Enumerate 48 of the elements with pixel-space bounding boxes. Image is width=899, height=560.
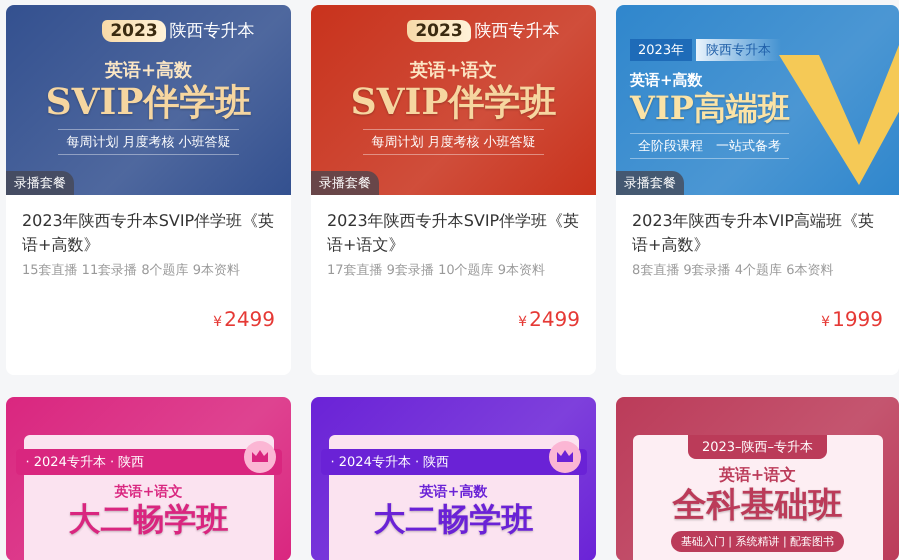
year-label: 2023年 [630, 39, 692, 61]
course-stats: 15套直播 11套录播 8个题库 9本资料 [22, 262, 242, 279]
banner-tagline: 全阶段课程 一站式备考 [630, 132, 789, 159]
subject-label: 英语+高数 [420, 483, 488, 501]
course-price: 1999 [832, 307, 883, 331]
course-card[interactable]: · 2024专升本 · 陕西 英语+语文 大二畅学班 [6, 397, 291, 560]
course-card[interactable]: 2023年 陕西专升本 英语+高数 VIP高端班 全阶段课程 一站式备考 录播套餐 2023年陕西专升本VIP高端班《英语+高数》 8套直播 9套录播 4个题库 6本资料 ¥1999 [616, 5, 899, 375]
course-title: 2023年陕西专升本SVIP伴学班《英语+语文》 [327, 210, 580, 256]
banner-headline: SVIP伴学班 [350, 82, 556, 124]
subject-label: 英语+语文 [718, 465, 796, 486]
course-title: 2023年陕西专升本VIP高端班《英语+高数》 [632, 210, 876, 256]
region-label: 陕西专升本 [170, 20, 255, 42]
course-card[interactable]: 2023 陕西专升本 英语+高数 SVIP伴学班 每周计划 月度考核 小班答疑 录播套餐 2023年陕西专升本SVIP伴学班《英语+高数》 15套直播 11套录播 8个题库 9本资料 ¥2499 [6, 5, 291, 375]
course-price: 2499 [529, 307, 580, 331]
banner-headline: VIP高端班 [630, 90, 790, 127]
crown-icon [244, 441, 276, 473]
region-label: 陕西专升本 [474, 20, 560, 42]
banner-headline: SVIP伴学班 [46, 82, 252, 124]
subject-label: 英语+语文 [114, 483, 182, 501]
course-card[interactable]: · 2024专升本 · 陕西 英语+高数 大二畅学班 [311, 397, 596, 560]
banner-tagline: 基础入门 | 系统精讲 | 配套图书 [670, 531, 844, 552]
subject-label: 英语+高数 [630, 71, 703, 90]
region-label: 陕西专升本 [696, 39, 782, 61]
year-label: 2023 [407, 20, 471, 42]
crown-icon [548, 441, 580, 473]
banner-tagline: 每周计划 月度考核 小班答疑 [58, 129, 239, 156]
course-stats: 8套直播 9套录播 4个题库 6本资料 [632, 262, 834, 279]
banner-headline: 大二畅学班 [374, 501, 534, 538]
subject-label: 英语+高数 [104, 59, 192, 82]
currency-sign: ¥ [518, 314, 528, 330]
package-badge: 录播套餐 [616, 171, 684, 195]
subject-label: 英语+语文 [410, 59, 498, 82]
course-card[interactable]: 2023 陕西专升本 英语+语文 SVIP伴学班 每周计划 月度考核 小班答疑 录播套餐 2023年陕西专升本SVIP伴学班《英语+语文》 17套直播 9套录播 10个题库 9本资料 ¥2499 [311, 5, 596, 375]
banner-headline: 全科基础班 [672, 486, 842, 526]
package-badge: 录播套餐 [6, 171, 74, 195]
banner-ribbon: 2023–陕西–专升本 [688, 435, 828, 459]
banner-tagline: 每周计划 月度考核 小班答疑 [363, 129, 544, 156]
course-stats: 17套直播 9套录播 10个题库 9本资料 [327, 262, 546, 279]
currency-sign: ¥ [821, 314, 830, 330]
banner-ribbon: · 2024专升本 · 陕西 [16, 449, 282, 475]
course-price: 2499 [224, 307, 275, 331]
year-label: 2023 [102, 20, 166, 42]
course-title: 2023年陕西专升本SVIP伴学班《英语+高数》 [22, 210, 275, 256]
package-badge: 录播套餐 [311, 171, 379, 195]
banner-ribbon: · 2024专升本 · 陕西 [320, 449, 586, 475]
banner-headline: 大二畅学班 [68, 501, 228, 538]
currency-sign: ¥ [213, 314, 222, 330]
course-card[interactable]: 2023–陕西–专升本 英语+语文 全科基础班 基础入门 | 系统精讲 | 配套图书 [616, 397, 899, 560]
